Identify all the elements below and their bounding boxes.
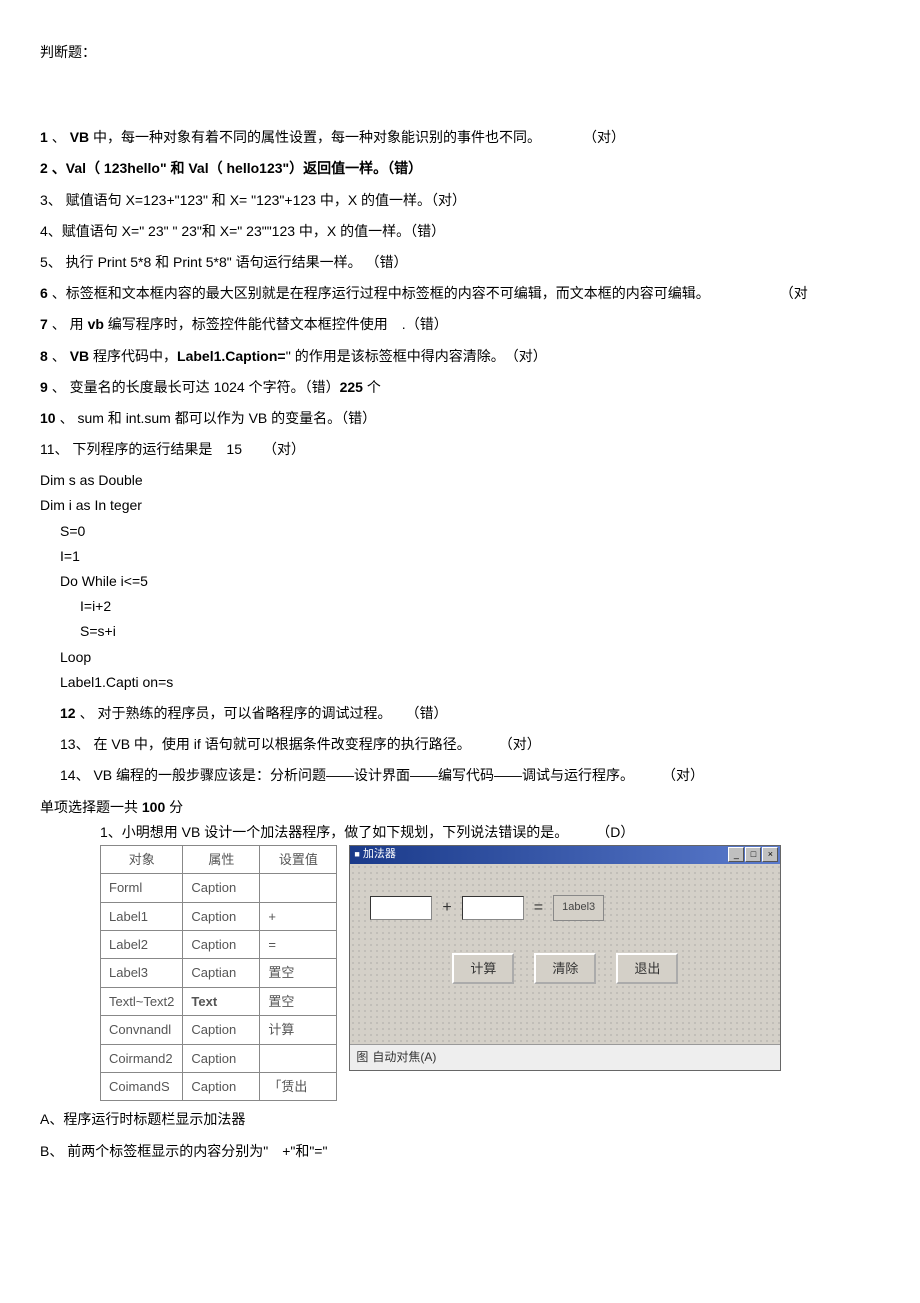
table-cell: 计算: [260, 1016, 337, 1044]
equals-label: =: [534, 894, 543, 923]
table-cell: Caption: [183, 1073, 260, 1101]
option-a: A、程序运行时标题栏显示加法器: [40, 1107, 880, 1132]
vb-window-title: ■ 加法器: [354, 845, 396, 865]
table-cell: =: [260, 931, 337, 959]
calculate-button[interactable]: 计算: [452, 953, 514, 984]
minimize-icon[interactable]: _: [728, 847, 744, 862]
question-item: 2、Val（ 123hello" 和 Val（ hello123"）返回值一样。…: [40, 156, 880, 181]
code-line: Do While i<=5: [60, 569, 880, 594]
questions-list: 1、 VB 中，每一种对象有着不同的属性设置，每一种对象能识别的事件也不同。 （…: [40, 125, 880, 462]
table-header: 属性: [183, 845, 260, 873]
code-line: S=0: [60, 519, 880, 544]
table-row: Textl~Text2Text置空: [101, 987, 337, 1015]
code-line: Label1.Capti on=s: [60, 670, 880, 695]
label3-output: 1abel3: [553, 895, 604, 921]
option-b: B、 前两个标签框显示的内容分别为" +"和"=": [40, 1139, 880, 1164]
question-item: 4、赋值语句 X=" 23" " 23"和 X=" 23""123 中，X 的值…: [40, 219, 880, 244]
vb-context-menu: 图 自动对焦(A): [350, 1044, 780, 1071]
code-line: S=s+i: [80, 619, 880, 644]
table-cell: Caption: [183, 874, 260, 902]
question-item: 13、 在 VB 中，使用 if 语句就可以根据条件改变程序的执行路径。 （对）: [60, 732, 880, 757]
table-cell: Caption: [183, 1044, 260, 1072]
text1-input[interactable]: [370, 896, 432, 920]
table-row: FormlCaption: [101, 874, 337, 902]
table-row: CoimandSCaption「赁出: [101, 1073, 337, 1101]
mc-question-1: 1、小明想用 VB 设计一个加法器程序，做了如下规划，下列说法错误的是。 （D）: [100, 820, 880, 845]
table-cell: Captian: [183, 959, 260, 987]
question-item: 10、 sum 和 int.sum 都可以作为 VB 的变量名。（错）: [40, 406, 880, 431]
code-line: Dim s as Double: [40, 468, 880, 493]
question-item: 14、 VB 编程的一般步骤应该是：分析问题——设计界面——编写代码——调试与运…: [60, 763, 880, 788]
code-line: I=i+2: [80, 594, 880, 619]
table-cell: 置空: [260, 987, 337, 1015]
code-line: I=1: [60, 544, 880, 569]
vb-form-body: + = 1abel3 计算 清除 退出: [350, 864, 780, 1044]
table-cell: +: [260, 902, 337, 930]
autofocus-label[interactable]: 自动对焦(A): [372, 1047, 436, 1069]
answer-options: A、程序运行时标题栏显示加法器 B、 前两个标签框显示的内容分别为" +"和"=…: [40, 1107, 880, 1163]
question-item: 8、 VB 程序代码中，Label1.Caption='' 的作用是该标签框中得…: [40, 344, 880, 369]
table-cell: Caption: [183, 902, 260, 930]
table-cell: Convnandl: [101, 1016, 183, 1044]
table-cell: Forml: [101, 874, 183, 902]
question-item: 5、 执行 Print 5*8 和 Print 5*8" 语句运行结果一样。 （…: [40, 250, 880, 275]
autofocus-icon: 图: [356, 1047, 368, 1069]
table-cell: Coirmand2: [101, 1044, 183, 1072]
text2-input[interactable]: [462, 896, 524, 920]
exit-button[interactable]: 退出: [616, 953, 678, 984]
table-cell: CoimandS: [101, 1073, 183, 1101]
table-cell: Label1: [101, 902, 183, 930]
code-line: Dim i as In teger: [40, 493, 880, 518]
question-item: 3、 赋值语句 X=123+"123" 和 X= "123"+123 中，X 的…: [40, 188, 880, 213]
table-row: Coirmand2Caption: [101, 1044, 337, 1072]
table-header: 设置值: [260, 845, 337, 873]
maximize-icon[interactable]: □: [745, 847, 761, 862]
table-row: Label3Captian置空: [101, 959, 337, 987]
vb-form-preview: ■ 加法器 _ □ × + = 1abel3 计算 清除 退出 图 自动: [349, 845, 781, 1072]
table-row: Label2Caption=: [101, 931, 337, 959]
code-block: Dim s as DoubleDim i as In tegerS=0I=1Do…: [40, 468, 880, 695]
question-item: 1、 VB 中，每一种对象有着不同的属性设置，每一种对象能识别的事件也不同。 （…: [40, 125, 880, 150]
question-item: 7、 用 vb 编写程序时，标签控件能代替文本框控件使用 .（错）: [40, 312, 880, 337]
table-cell: Textl~Text2: [101, 987, 183, 1015]
table-cell: Caption: [183, 1016, 260, 1044]
table-row: ConvnandlCaption计算: [101, 1016, 337, 1044]
table-cell: Label3: [101, 959, 183, 987]
table-cell: 「赁出: [260, 1073, 337, 1101]
question-item: 6、标签框和文本框内容的最大区别就是在程序运行过程中标签框的内容不可编辑，而文本…: [40, 281, 880, 306]
question-item: 12、 对于熟练的程序员，可以省略程序的调试过程。 （错）: [60, 701, 880, 726]
table-cell: Text: [183, 987, 260, 1015]
table-cell: [260, 874, 337, 902]
close-icon[interactable]: ×: [762, 847, 778, 862]
vb-titlebar: ■ 加法器 _ □ ×: [350, 846, 780, 864]
mc-title-prefix: 单项选择题一共: [40, 799, 142, 815]
table-cell: [260, 1044, 337, 1072]
mc-section-title: 单项选择题一共 100 分: [40, 795, 880, 820]
plus-label: +: [442, 894, 451, 923]
table-cell: Caption: [183, 931, 260, 959]
window-controls: _ □ ×: [728, 847, 778, 862]
table-cell: Label2: [101, 931, 183, 959]
section-title: 判断题：: [40, 40, 880, 65]
questions-list-2: 12、 对于熟练的程序员，可以省略程序的调试过程。 （错） 13、 在 VB 中，…: [40, 701, 880, 789]
table-cell: 置空: [260, 959, 337, 987]
table-row: Label1Caption+: [101, 902, 337, 930]
property-table: 对象属性设置值FormlCaptionLabel1Caption+Label2C…: [100, 845, 337, 1102]
mc-title-score: 100: [142, 799, 165, 815]
clear-button[interactable]: 清除: [534, 953, 596, 984]
mc-title-suffix: 分: [165, 799, 183, 815]
question-item: 9、 变量名的长度最长可达 1024 个字符。（错）225 个: [40, 375, 880, 400]
table-header: 对象: [101, 845, 183, 873]
question-item: 11、 下列程序的运行结果是 15 （对）: [40, 437, 880, 462]
code-line: Loop: [60, 645, 880, 670]
